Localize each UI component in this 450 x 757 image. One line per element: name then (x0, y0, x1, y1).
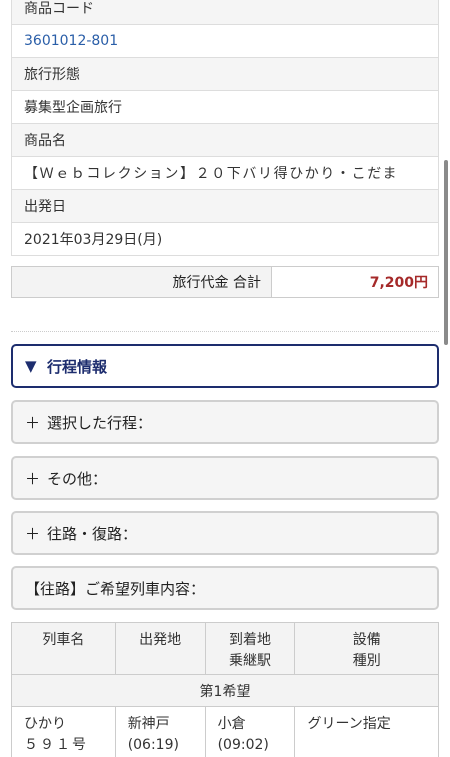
travel-type-label: 旅行形態 (12, 58, 438, 91)
train-name-header: 列車名 (11, 622, 116, 675)
total-price-label: 旅行代金 合計 (12, 267, 272, 297)
selected-itinerary-label: 選択した行程： (47, 413, 153, 432)
product-info-table: 商品コード 3601012-801 旅行形態 募集型企画旅行 商品名 【Ｗｅｂコ… (11, 0, 439, 256)
outbound-return-toggle[interactable]: ＋ 往路・復路： (11, 511, 439, 555)
plus-icon: ＋ (25, 469, 41, 488)
total-price-value: 7,200円 (369, 275, 428, 291)
departure-cell: 新神戸 (06:19) (114, 706, 206, 757)
itinerary-info-label: 行程情報 (47, 357, 108, 376)
selected-itinerary-toggle[interactable]: ＋ 選択した行程： (11, 400, 439, 444)
arrival-header: 到着地 乗継駅 (204, 622, 296, 675)
product-code-label: 商品コード (12, 0, 438, 25)
other-label: その他： (47, 469, 108, 488)
departure-date-label: 出発日 (12, 190, 438, 223)
product-name-label: 商品名 (12, 124, 438, 157)
table-header-row: 列車名 出発地 到着地 乗継駅 設備 種別 (11, 622, 439, 675)
preference-row: 第1希望 (11, 674, 439, 707)
arrival-cell: 小倉 (09:02) (204, 706, 296, 757)
itinerary-info-header[interactable]: ▼ 行程情報 (11, 344, 439, 388)
outbound-request-header: 【往路】ご希望列車内容： (11, 566, 439, 610)
departure-header: 出発地 (114, 622, 206, 675)
triangle-down-icon: ▼ (25, 357, 37, 375)
train-name-cell: ひかり ５９１号 (11, 706, 116, 757)
plus-icon: ＋ (25, 413, 41, 432)
other-toggle[interactable]: ＋ その他： (11, 456, 439, 500)
product-code-value[interactable]: 3601012-801 (12, 25, 438, 58)
travel-type-value: 募集型企画旅行 (12, 91, 438, 124)
plus-icon: ＋ (25, 524, 41, 543)
product-name-value: 【Ｗｅｂコレクション】２０下バリ得ひかり・こだま (12, 157, 438, 190)
outbound-return-label: 往路・復路： (47, 524, 138, 543)
total-price-row: 旅行代金 合計 7,200円 (11, 266, 439, 298)
facility-header: 設備 種別 (294, 622, 439, 675)
outbound-request-label: 【往路】ご希望列車内容： (25, 579, 206, 598)
facility-cell: グリーン指定 (294, 706, 439, 757)
departure-date-value: 2021年03月29日(月) (12, 223, 438, 256)
train-request-table: 列車名 出発地 到着地 乗継駅 設備 種別 第1希望 ひかり ５９１号 新神戸 (06:… (11, 622, 439, 757)
preference-label: 第1希望 (11, 674, 439, 707)
table-row: ひかり ５９１号 新神戸 (06:19) 小倉 (09:02) グリーン指定 (11, 706, 439, 757)
section-divider (11, 331, 439, 332)
scrollbar-thumb[interactable] (444, 160, 448, 345)
